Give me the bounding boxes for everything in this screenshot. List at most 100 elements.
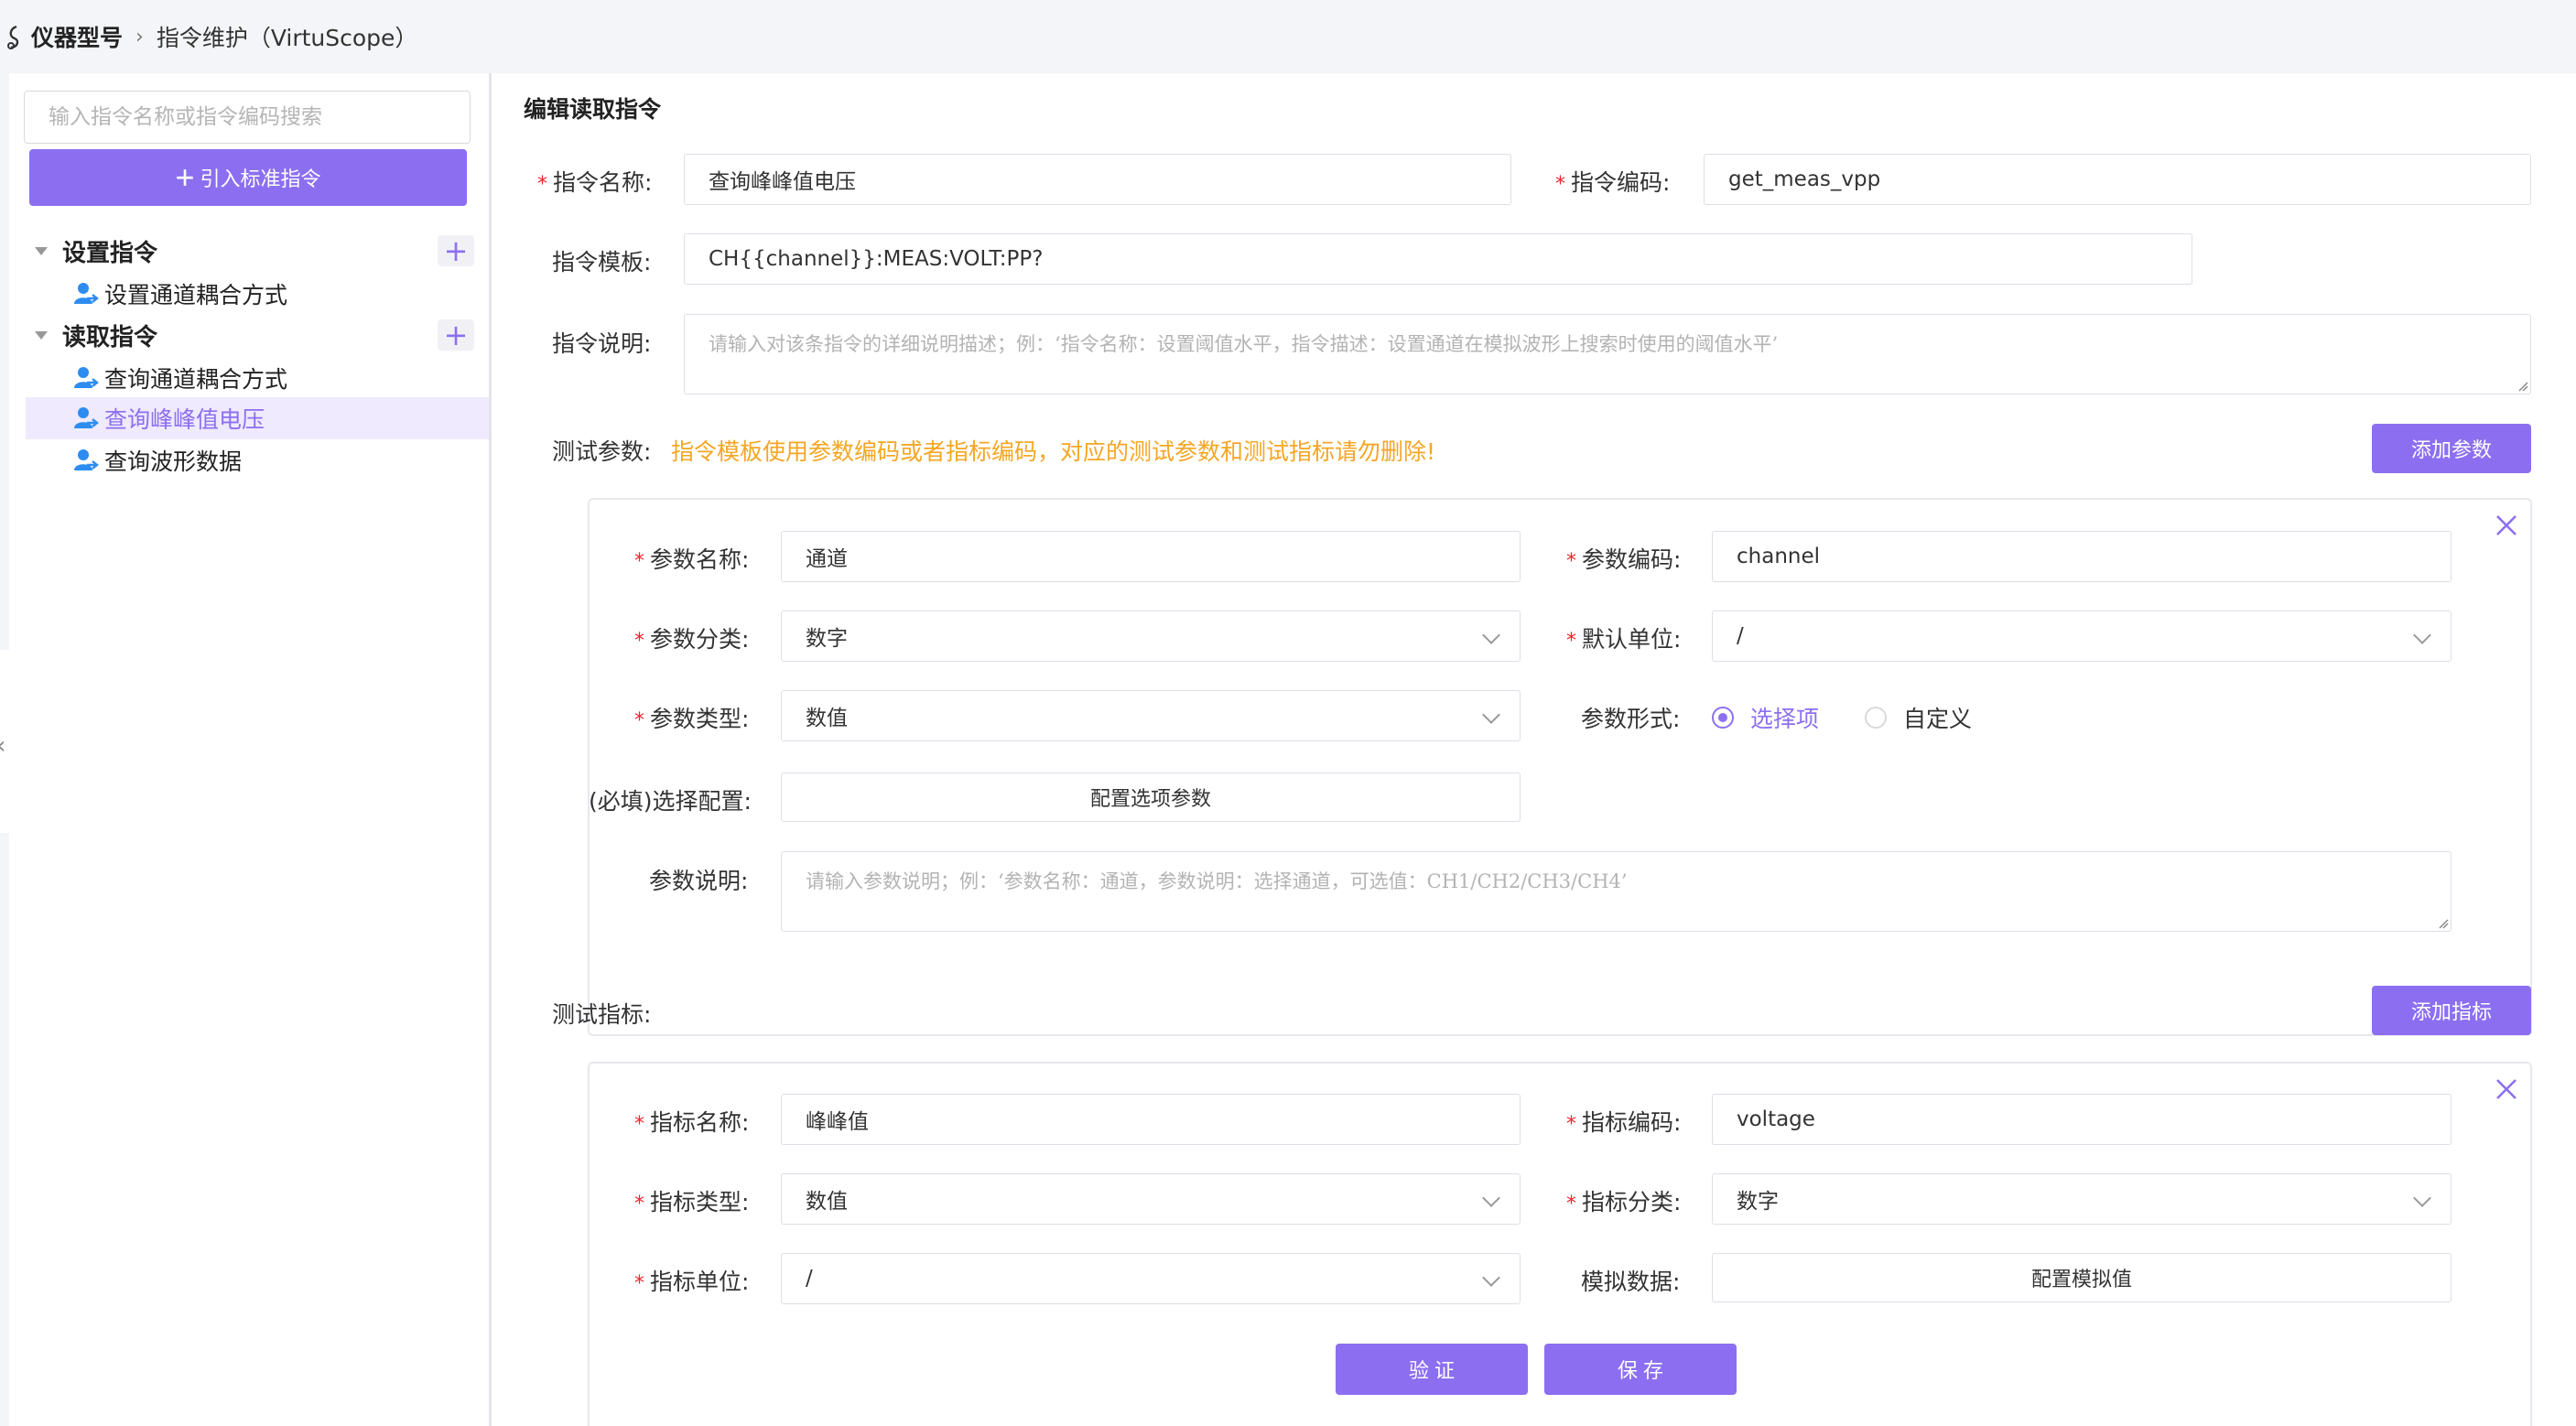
plus-icon: +: [175, 158, 195, 196]
chevron-left-icon[interactable]: ‹: [0, 732, 5, 760]
chevron-down-icon: [1482, 1269, 1500, 1287]
radio-option-custom[interactable]: 自定义: [1865, 701, 1972, 734]
radio-unchecked[interactable]: [1865, 707, 1888, 729]
indicator-code-label: 指标编码:: [1566, 1105, 1681, 1138]
command-desc-placeholder: 请输入对该条指令的详细说明描述；例：‘指令名称：设置阈值水平，指令描述：设置通道…: [709, 333, 1779, 355]
command-template-input[interactable]: CH{{channel}}:MEAS:VOLT:PP?: [684, 233, 2192, 285]
radio-option-label: 自定义: [1903, 706, 1973, 732]
tree-item[interactable]: 查询通道耦合方式: [26, 357, 489, 399]
config-options-button[interactable]: 配置选项参数: [781, 772, 1521, 822]
tree-item[interactable]: 查询波形数据: [26, 439, 489, 481]
add-command-icon[interactable]: +: [438, 235, 474, 266]
command-icon: [74, 367, 99, 388]
close-icon[interactable]: [2494, 513, 2519, 538]
indicator-code-input[interactable]: voltage: [1712, 1094, 2452, 1145]
radio-option-label: 选择项: [1750, 706, 1820, 732]
param-name-input[interactable]: 通道: [781, 531, 1521, 582]
add-command-icon[interactable]: +: [438, 319, 474, 351]
tree-group-label: 读取指令: [62, 323, 158, 351]
tree-item-label: 设置通道耦合方式: [104, 282, 288, 308]
tree-group-set-commands[interactable]: 设置指令 +: [9, 231, 489, 271]
indicator-category-value: 数字: [1737, 1190, 1779, 1214]
tree-item-active[interactable]: 查询峰峰值电压: [26, 397, 489, 439]
param-type-value: 数值: [806, 707, 848, 730]
import-standard-command-button[interactable]: + 引入标准指令: [29, 149, 467, 206]
test-params-label: 测试参数:: [552, 438, 652, 465]
import-button-label: 引入标准指令: [200, 167, 321, 190]
param-name-label: 参数名称:: [634, 542, 749, 575]
breadcrumb: 仪器型号 › 指令维护（VirtuScope）: [0, 0, 2576, 73]
param-code-label: 参数编码:: [1566, 542, 1681, 575]
command-code-label: 指令编码:: [1555, 165, 1670, 198]
resize-handle-icon[interactable]: [2438, 918, 2449, 929]
tree-item[interactable]: 设置通道耦合方式: [26, 273, 489, 315]
indicator-type-value: 数值: [806, 1190, 848, 1214]
chevron-down-icon: [2413, 1189, 2431, 1207]
caret-down-icon[interactable]: [35, 330, 48, 340]
caret-down-icon[interactable]: [35, 246, 48, 255]
config-mock-button[interactable]: 配置模拟值: [1712, 1253, 2452, 1302]
param-category-select[interactable]: 数字: [781, 610, 1521, 662]
indicator-unit-value: /: [806, 1267, 813, 1291]
breadcrumb-separator-icon: ›: [135, 25, 144, 49]
param-unit-label: 默认单位:: [1566, 621, 1681, 654]
sidebar-collapse-handle[interactable]: ‹: [0, 650, 16, 833]
chevron-down-icon: [1482, 626, 1500, 644]
tree-group-label: 设置指令: [62, 239, 158, 267]
param-type-select[interactable]: 数值: [781, 690, 1521, 741]
tree-item-label: 查询波形数据: [104, 448, 243, 475]
radio-checked[interactable]: [1712, 707, 1734, 729]
breadcrumb-current: 指令维护（VirtuScope）: [156, 25, 418, 51]
command-code-input[interactable]: get_meas_vpp: [1704, 154, 2531, 205]
close-icon[interactable]: [2494, 1076, 2519, 1102]
param-unit-select[interactable]: /: [1712, 610, 2452, 662]
command-template-label: 指令模板:: [552, 249, 652, 275]
command-name-input[interactable]: 查询峰峰值电压: [684, 154, 1511, 205]
chevron-down-icon: [1482, 706, 1500, 724]
tree-group-read-commands[interactable]: 读取指令 +: [9, 315, 489, 355]
param-form-label: 参数形式:: [1581, 706, 1681, 732]
command-icon: [74, 407, 99, 428]
verify-button[interactable]: 验 证: [1336, 1344, 1528, 1395]
indicator-name-label: 指标名称:: [634, 1105, 749, 1138]
tree-item-label: 查询峰峰值电压: [104, 406, 265, 433]
resize-handle-icon[interactable]: [2517, 381, 2528, 392]
param-type-label: 参数类型:: [634, 701, 749, 734]
add-indicator-button[interactable]: 添加指标: [2372, 986, 2531, 1035]
test-indicators-label: 测试指标:: [552, 1001, 652, 1028]
tree-item-label: 查询通道耦合方式: [104, 366, 288, 393]
param-form-radio-group: 选择项 自定义: [1712, 701, 2018, 734]
param-unit-value: /: [1737, 624, 1744, 648]
indicator-type-select[interactable]: 数值: [781, 1173, 1521, 1225]
indicator-category-select[interactable]: 数字: [1712, 1173, 2452, 1225]
params-warning-text: 指令模板使用参数编码或者指标编码，对应的测试参数和测试指标请勿删除!: [671, 438, 1436, 465]
indicator-name-input[interactable]: 峰峰值: [781, 1094, 1521, 1145]
param-category-value: 数字: [806, 627, 848, 651]
param-config-label: (必填)选择配置:: [589, 788, 752, 815]
command-desc-label: 指令说明:: [552, 330, 652, 357]
radio-option-select[interactable]: 选择项: [1712, 701, 1819, 734]
command-icon: [74, 283, 99, 304]
indicator-mock-label: 模拟数据:: [1581, 1269, 1681, 1295]
main-panel: 编辑读取指令 指令名称: 查询峰峰值电压 指令编码: get_meas_vpp …: [492, 73, 2576, 1426]
indicator-unit-label: 指标单位:: [634, 1264, 749, 1297]
sidebar: + 引入标准指令 设置指令 + 设置通道耦合方式 读取指令 + 查询通道耦合方式…: [9, 73, 489, 1426]
chevron-down-icon: [2413, 626, 2431, 644]
search-input[interactable]: [24, 91, 471, 144]
indicator-category-label: 指标分类:: [1566, 1184, 1681, 1217]
back-icon[interactable]: [4, 24, 24, 49]
param-category-label: 参数分类:: [634, 621, 749, 654]
indicator-type-label: 指标类型:: [634, 1184, 749, 1217]
add-param-button[interactable]: 添加参数: [2372, 424, 2531, 473]
breadcrumb-root[interactable]: 仪器型号: [31, 20, 123, 53]
chevron-down-icon: [1482, 1189, 1500, 1207]
indicator-unit-select[interactable]: /: [781, 1253, 1521, 1304]
page-title: 编辑读取指令: [524, 96, 662, 123]
command-icon: [74, 449, 99, 470]
command-desc-textarea[interactable]: 请输入对该条指令的详细说明描述；例：‘指令名称：设置阈值水平，指令描述：设置通道…: [684, 314, 2531, 394]
param-desc-label: 参数说明:: [649, 868, 749, 894]
param-code-input[interactable]: channel: [1712, 531, 2452, 582]
param-desc-placeholder: 请输入参数说明；例：‘参数名称：通道，参数说明：选择通道，可选值：CH1/CH2…: [806, 870, 1628, 892]
save-button[interactable]: 保 存: [1544, 1344, 1737, 1395]
param-desc-textarea[interactable]: 请输入参数说明；例：‘参数名称：通道，参数说明：选择通道，可选值：CH1/CH2…: [781, 851, 2452, 932]
